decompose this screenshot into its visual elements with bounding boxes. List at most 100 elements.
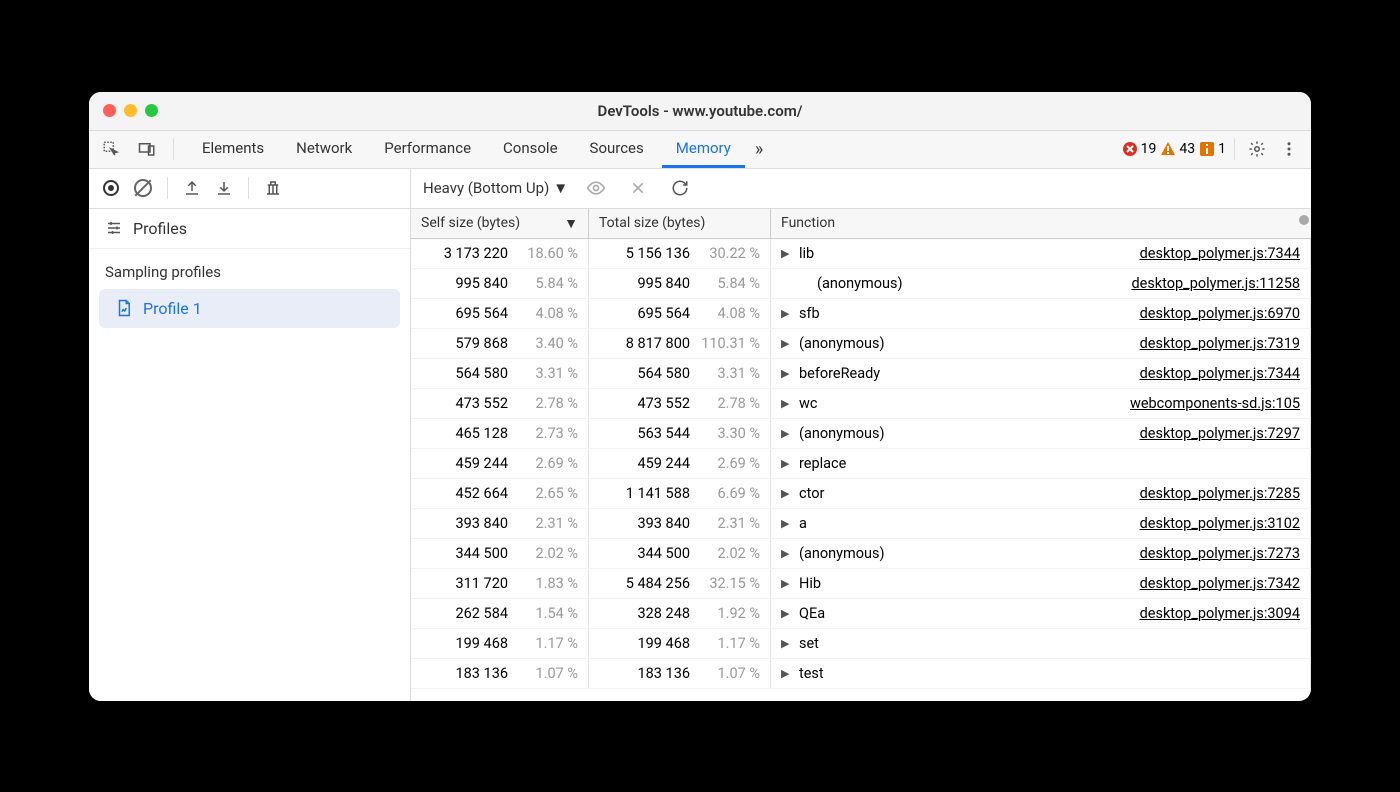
table-row[interactable]: 199 4681.17 %199 4681.17 %▶set [411, 629, 1311, 659]
cell-function: ▶set [771, 629, 1311, 658]
view-dropdown[interactable]: Heavy (Bottom Up) ▼ [423, 179, 568, 197]
refresh-icon[interactable] [666, 174, 694, 202]
function-name: replace [799, 455, 846, 472]
info-badge[interactable]: 1 [1199, 141, 1226, 157]
cell-function: ▶wcwebcomponents-sd.js:105 [771, 389, 1311, 418]
cell-total-size: 459 2442.69 % [589, 449, 771, 478]
source-link[interactable]: desktop_polymer.js:7342 [1140, 575, 1300, 592]
table-row[interactable]: 473 5522.78 %473 5522.78 %▶wcwebcomponen… [411, 389, 1311, 419]
source-link[interactable]: desktop_polymer.js:7319 [1140, 335, 1300, 352]
maximize-window-button[interactable] [145, 104, 158, 117]
expand-icon[interactable]: ▶ [781, 427, 793, 440]
source-link[interactable]: desktop_polymer.js:7344 [1140, 365, 1300, 382]
cell-self-size: 452 6642.65 % [411, 479, 589, 508]
table-row[interactable]: 995 8405.84 %995 8405.84 %(anonymous)des… [411, 269, 1311, 299]
close-icon[interactable] [624, 174, 652, 202]
expand-icon[interactable]: ▶ [781, 397, 793, 410]
tab-network[interactable]: Network [282, 131, 366, 168]
warnings-badge[interactable]: 43 [1160, 141, 1195, 157]
profiles-header[interactable]: Profiles [89, 209, 410, 249]
eye-icon[interactable] [582, 174, 610, 202]
cell-self-size: 564 5803.31 % [411, 359, 589, 388]
expand-icon[interactable]: ▶ [781, 367, 793, 380]
scrollbar-thumb[interactable] [1299, 215, 1309, 225]
function-name: QEa [799, 605, 825, 622]
tab-sources[interactable]: Sources [576, 131, 658, 168]
titlebar: DevTools - www.youtube.com/ [89, 92, 1311, 131]
table-row[interactable]: 262 5841.54 %328 2481.92 %▶QEadesktop_po… [411, 599, 1311, 629]
table-row[interactable]: 459 2442.69 %459 2442.69 %▶replace [411, 449, 1311, 479]
table-row[interactable]: 3 173 22018.60 %5 156 13630.22 %▶libdesk… [411, 239, 1311, 269]
sort-down-icon: ▼ [564, 215, 578, 232]
expand-icon[interactable]: ▶ [781, 607, 793, 620]
source-link[interactable]: webcomponents-sd.js:105 [1130, 395, 1300, 412]
sidebar-toolbar [89, 169, 410, 209]
table-row[interactable]: 579 8683.40 %8 817 800110.31 %▶(anonymou… [411, 329, 1311, 359]
divider [173, 138, 174, 160]
status-icons: 19 43 1 [1122, 135, 1303, 163]
cell-function: ▶ QEa desktop_polymer.js:3094 [771, 599, 1311, 628]
more-menu-icon[interactable] [1275, 135, 1303, 163]
tab-performance[interactable]: Performance [370, 131, 485, 168]
close-window-button[interactable] [103, 104, 116, 117]
error-icon [1122, 141, 1138, 157]
source-link[interactable]: desktop_polymer.js:3094 [1140, 605, 1300, 622]
table-row[interactable]: 695 5644.08 %695 5644.08 %▶sfbdesktop_po… [411, 299, 1311, 329]
tab-console[interactable]: Console [489, 131, 572, 168]
expand-icon[interactable]: ▶ [781, 637, 793, 650]
clear-button[interactable] [131, 176, 155, 200]
inspect-element-icon[interactable] [97, 135, 125, 163]
record-button[interactable] [99, 176, 123, 200]
function-name: Hib [799, 575, 821, 592]
cell-self-size: 344 5002.02 % [411, 539, 589, 568]
expand-icon[interactable]: ▶ [781, 457, 793, 470]
profile-table: Self size (bytes) ▼ Total size (bytes) F… [411, 209, 1311, 701]
source-link[interactable]: desktop_polymer.js:7344 [1140, 245, 1300, 262]
cell-total-size: 564 5803.31 % [589, 359, 771, 388]
sliders-icon [105, 219, 123, 237]
download-icon[interactable] [212, 176, 236, 200]
column-total-size[interactable]: Total size (bytes) [589, 209, 771, 238]
expand-icon[interactable]: ▶ [781, 577, 793, 590]
profile-item[interactable]: Profile 1 [99, 289, 400, 328]
tab-elements[interactable]: Elements [188, 131, 278, 168]
expand-icon[interactable]: ▶ [781, 487, 793, 500]
divider [248, 177, 249, 199]
table-row[interactable]: 183 1361.07 %183 1361.07 %▶test [411, 659, 1311, 689]
expand-icon[interactable]: ▶ [781, 337, 793, 350]
table-row[interactable]: 393 8402.31 %393 8402.31 %▶adesktop_poly… [411, 509, 1311, 539]
expand-icon[interactable]: ▶ [781, 247, 793, 260]
column-self-size[interactable]: Self size (bytes) ▼ [411, 209, 589, 238]
upload-icon[interactable] [180, 176, 204, 200]
cell-function: ▶ Hib desktop_polymer.js:7342 [771, 569, 1311, 598]
table-row[interactable]: 452 6642.65 %1 141 5886.69 %▶ctordesktop… [411, 479, 1311, 509]
source-link[interactable]: desktop_polymer.js:11258 [1131, 275, 1300, 292]
expand-icon[interactable]: ▶ [781, 517, 793, 530]
function-name: test [799, 665, 824, 682]
errors-badge[interactable]: 19 [1122, 141, 1157, 157]
source-link[interactable]: desktop_polymer.js:6970 [1140, 305, 1300, 322]
source-link[interactable]: desktop_polymer.js:7297 [1140, 425, 1300, 442]
source-link[interactable]: desktop_polymer.js:7285 [1140, 485, 1300, 502]
table-row[interactable]: 564 5803.31 %564 5803.31 %▶beforeReadyde… [411, 359, 1311, 389]
settings-gear-icon[interactable] [1243, 135, 1271, 163]
cell-total-size: 5 484 25632.15 % [589, 569, 771, 598]
source-link[interactable]: desktop_polymer.js:7273 [1140, 545, 1300, 562]
expand-icon[interactable]: ▶ [781, 307, 793, 320]
column-function[interactable]: Function [771, 209, 1311, 238]
table-row[interactable]: 465 1282.73 %563 5443.30 %▶(anonymous)de… [411, 419, 1311, 449]
minimize-window-button[interactable] [124, 104, 137, 117]
main-panel: Heavy (Bottom Up) ▼ Self size (bytes) [411, 169, 1311, 701]
expand-icon[interactable]: ▶ [781, 547, 793, 560]
more-tabs-button[interactable]: » [745, 131, 773, 168]
table-row[interactable]: 344 5002.02 %344 5002.02 %▶(anonymous)de… [411, 539, 1311, 569]
expand-icon[interactable]: ▶ [781, 667, 793, 680]
garbage-collect-icon[interactable] [261, 176, 285, 200]
errors-count: 19 [1141, 141, 1157, 157]
tab-memory[interactable]: Memory [662, 131, 745, 168]
device-toolbar-icon[interactable] [133, 135, 161, 163]
cell-self-size: 473 5522.78 % [411, 389, 589, 418]
panel-tabs: ElementsNetworkPerformanceConsoleSources… [188, 131, 745, 168]
table-row[interactable]: 311 7201.83 %5 484 25632.15 %▶Hibdesktop… [411, 569, 1311, 599]
source-link[interactable]: desktop_polymer.js:3102 [1140, 515, 1300, 532]
